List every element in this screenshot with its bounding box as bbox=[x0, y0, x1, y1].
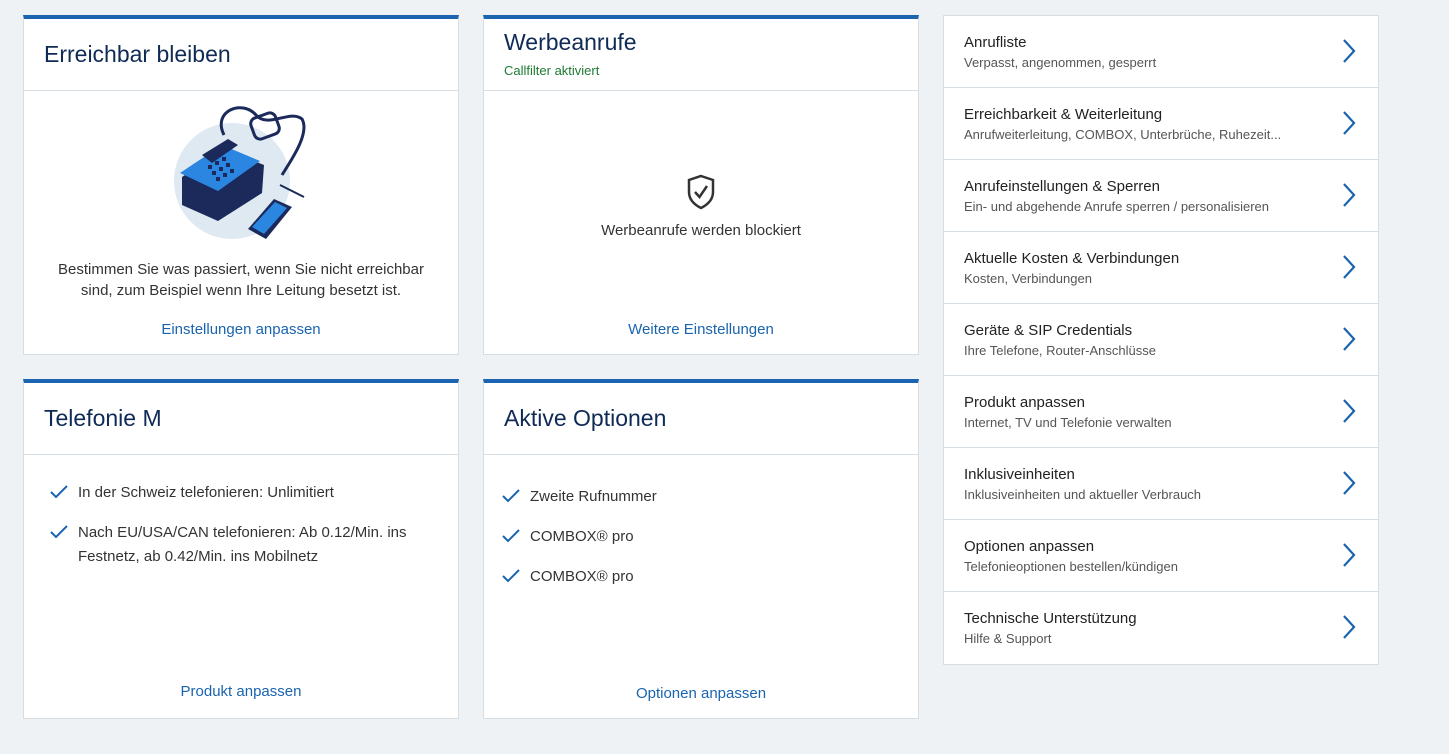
chevron-right-icon bbox=[1343, 39, 1356, 63]
list-item: COMBOX® pro bbox=[502, 525, 898, 549]
nav-item-tech-support[interactable]: Technische Unterstützung Hilfe & Support bbox=[944, 592, 1378, 664]
plan-card: Telefonie M In der Schweiz telefonieren:… bbox=[23, 379, 459, 719]
list-item: COMBOX® pro bbox=[502, 565, 898, 589]
nav-item-call-settings[interactable]: Anrufeinstellungen & Sperren Ein- und ab… bbox=[944, 160, 1378, 232]
nav-item-inclusive-units[interactable]: Inklusiveinheiten Inklusiveinheiten und … bbox=[944, 448, 1378, 520]
adjust-product-link[interactable]: Produkt anpassen bbox=[181, 683, 302, 700]
chevron-right-icon bbox=[1343, 615, 1356, 639]
active-options-card: Aktive Optionen Zweite Rufnummer COMBOX®… bbox=[483, 379, 919, 719]
chevron-right-icon bbox=[1343, 543, 1356, 567]
check-icon bbox=[502, 529, 520, 543]
chevron-right-icon bbox=[1343, 399, 1356, 423]
check-icon bbox=[50, 485, 68, 499]
check-icon bbox=[50, 525, 68, 539]
chevron-right-icon bbox=[1343, 471, 1356, 495]
list-item: Zweite Rufnummer bbox=[502, 485, 898, 509]
card-title: Erreichbar bleiben bbox=[44, 41, 231, 67]
card-header: Erreichbar bleiben bbox=[24, 19, 458, 91]
plan-features: In der Schweiz telefonieren: Unlimitiert… bbox=[50, 481, 438, 569]
phone-illustration bbox=[172, 101, 308, 241]
service-nav: Anrufliste Verpasst, angenommen, gesperr… bbox=[943, 15, 1379, 665]
more-settings-link[interactable]: Weitere Einstellungen bbox=[628, 321, 774, 338]
chevron-right-icon bbox=[1343, 255, 1356, 279]
list-item: In der Schweiz telefonieren: Unlimitiert bbox=[50, 481, 438, 505]
card-title: Telefonie M bbox=[44, 405, 162, 431]
card-header: Werbeanrufe Callfilter aktiviert bbox=[484, 19, 918, 91]
adjust-options-link[interactable]: Optionen anpassen bbox=[636, 685, 766, 702]
reachability-text: Bestimmen Sie was passiert, wenn Sie nic… bbox=[58, 261, 424, 299]
options-list: Zweite Rufnummer COMBOX® pro COMBOX® pro bbox=[502, 485, 898, 589]
chevron-right-icon bbox=[1343, 111, 1356, 135]
nav-item-costs[interactable]: Aktuelle Kosten & Verbindungen Kosten, V… bbox=[944, 232, 1378, 304]
check-icon bbox=[502, 489, 520, 503]
settings-link[interactable]: Einstellungen anpassen bbox=[161, 321, 320, 338]
block-message: Werbeanrufe werden blockiert bbox=[601, 222, 801, 239]
nav-item-call-list[interactable]: Anrufliste Verpasst, angenommen, gesperr… bbox=[944, 16, 1378, 88]
chevron-right-icon bbox=[1343, 183, 1356, 207]
nav-item-adjust-options[interactable]: Optionen anpassen Telefonieoptionen best… bbox=[944, 520, 1378, 592]
list-item: Nach EU/USA/CAN telefonieren: Ab 0.12/Mi… bbox=[50, 521, 438, 569]
card-header: Aktive Optionen bbox=[484, 383, 918, 455]
nav-item-adjust-product[interactable]: Produkt anpassen Internet, TV und Telefo… bbox=[944, 376, 1378, 448]
check-icon bbox=[502, 569, 520, 583]
card-title: Aktive Optionen bbox=[504, 405, 667, 431]
card-title: Werbeanrufe bbox=[504, 29, 637, 55]
nav-item-reachability[interactable]: Erreichbarkeit & Weiterleitung Anrufweit… bbox=[944, 88, 1378, 160]
chevron-right-icon bbox=[1343, 327, 1356, 351]
shield-check-icon bbox=[686, 174, 716, 215]
reachability-card: Erreichbar bleiben Bestimmen Sie was pas… bbox=[23, 15, 459, 355]
ads-calls-card: Werbeanrufe Callfilter aktiviert Werbean… bbox=[483, 15, 919, 355]
card-header: Telefonie M bbox=[24, 383, 458, 455]
callfilter-status: Callfilter aktiviert bbox=[504, 63, 600, 78]
nav-item-devices[interactable]: Geräte & SIP Credentials Ihre Telefone, … bbox=[944, 304, 1378, 376]
